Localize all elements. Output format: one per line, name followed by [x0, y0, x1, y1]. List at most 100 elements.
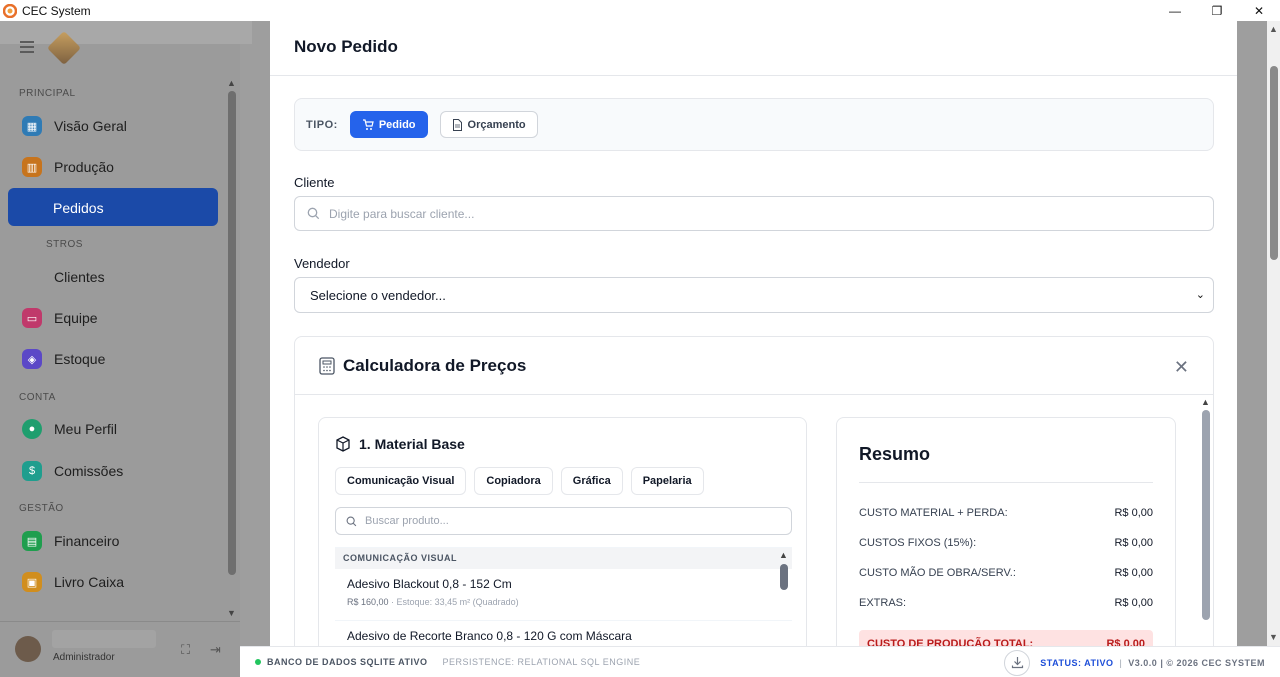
product-name: Adesivo de Recorte Branco 0,8 - 120 G co… [347, 629, 632, 643]
vendedor-label: Vendedor [294, 256, 350, 271]
product-search-input[interactable]: Buscar produto... [335, 507, 792, 535]
list-item[interactable]: Adesivo Blackout 0,8 - 152 Cm R$ 160,00 … [335, 569, 792, 621]
chevron-down-icon: ⌄ [1195, 289, 1205, 301]
summary-row: EXTRAS: R$ 0,00 [859, 597, 1153, 609]
sidebar-item-label: Meu Perfil [54, 421, 118, 437]
product-group-header: COMUNICAÇÃO VISUAL [335, 548, 792, 569]
scroll-up-icon[interactable]: ▲ [779, 550, 788, 560]
sidebar-item-estoque[interactable]: ◈ Estoque [22, 347, 105, 371]
summary-row: CUSTO MÃO DE OBRA/SERV.: R$ 0,00 [859, 567, 1153, 579]
calculator-header: Calculadora de Preços [295, 337, 1213, 395]
scroll-down-icon[interactable]: ▼ [1269, 632, 1278, 642]
download-button[interactable] [1004, 649, 1031, 676]
product-name: Adesivo Blackout 0,8 - 152 Cm [347, 577, 512, 591]
document-icon [452, 118, 462, 131]
backdrop [1237, 21, 1267, 646]
calculator-title: Calculadora de Preços [343, 355, 527, 375]
category-copiadora[interactable]: Copiadora [474, 467, 553, 495]
persistence-text: PERSISTENCE: RELATIONAL SQL ENGINE [442, 657, 641, 667]
material-title: 1. Material Base [335, 436, 465, 452]
close-icon[interactable]: ✕ [1174, 357, 1189, 378]
sidebar-item-label: Produção [54, 159, 114, 175]
vendedor-select[interactable]: Selecione o vendedor... ⌄ [294, 277, 1214, 313]
list-item[interactable]: Adesivo de Recorte Branco 0,8 - 120 G co… [335, 621, 792, 646]
summary-panel: Resumo CUSTO MATERIAL + PERDA: R$ 0,00 C… [836, 417, 1176, 646]
sidebar-item-equipe[interactable]: ▭ Equipe [22, 306, 98, 330]
sidebar-item-label: Comissões [54, 463, 124, 479]
sidebar-item-label: Livro Caixa [54, 574, 125, 590]
user-role: Administrador [53, 652, 115, 663]
category-papelaria[interactable]: Papelaria [630, 467, 704, 495]
summary-row: CUSTOS FIXOS (15%): R$ 0,00 [859, 537, 1153, 549]
cart-icon [362, 118, 374, 130]
user-panel: Administrador ⛶ ⇥ [0, 621, 240, 677]
db-status-dot [255, 659, 261, 665]
close-window-button[interactable]: ✕ [1238, 0, 1280, 21]
modal-header: Novo Pedido [270, 21, 1237, 76]
section-conta: CONTA [19, 392, 56, 403]
price-calculator: Calculadora de Preços ✕ ▲ 1. Material Ba… [294, 336, 1214, 646]
new-order-modal: Novo Pedido TIPO: Pedido Orçamento Clien… [270, 21, 1237, 646]
sidebar-item-label: Pedidos [53, 200, 104, 216]
sidebar-item-meu-perfil[interactable]: ● Meu Perfil [22, 417, 117, 441]
scroll-up-icon[interactable]: ▲ [1269, 24, 1278, 34]
sidebar-top-strip [0, 21, 252, 44]
product-list: COMUNICAÇÃO VISUAL Adesivo Blackout 0,8 … [335, 547, 792, 646]
version-text: V3.0.0 | © 2026 CEC SYSTEM [1128, 657, 1265, 668]
sidebar-item-visao-geral[interactable]: ▦ Visão Geral [22, 114, 127, 138]
sidebar-item-label: Visão Geral [54, 118, 127, 134]
sidebar-item-label: Financeiro [54, 533, 120, 549]
summary-row: CUSTO MATERIAL + PERDA: R$ 0,00 [859, 507, 1153, 519]
sidebar-item-producao[interactable]: ▥ Produção [22, 155, 114, 179]
fullscreen-icon[interactable]: ⛶ [181, 642, 190, 658]
category-grafica[interactable]: Gráfica [560, 467, 623, 495]
sidebar-scrollbar[interactable] [228, 91, 236, 575]
box-icon: ◈ [22, 349, 42, 369]
category-comunicacao-visual[interactable]: Comunicação Visual [335, 467, 467, 495]
total-cost-row: CUSTO DE PRODUÇÃO TOTAL: R$ 0,00 [859, 630, 1153, 646]
sidebar-item-livro-caixa[interactable]: ▣ Livro Caixa [22, 570, 124, 594]
sidebar-item-financeiro[interactable]: ▤ Financeiro [22, 529, 119, 553]
material-base-panel: 1. Material Base Comunicação Visual Copi… [318, 417, 807, 646]
section-gestao: GESTÃO [19, 503, 64, 514]
scroll-up-icon[interactable]: ▲ [1201, 397, 1210, 407]
page-scrollbar-thumb[interactable] [1270, 66, 1278, 260]
tipo-orcamento-button[interactable]: Orçamento [439, 111, 538, 138]
logout-icon[interactable]: ⇥ [210, 642, 221, 658]
section-principal: PRINCIPAL [19, 88, 76, 99]
sidebar-item-label: Clientes [54, 269, 105, 285]
page-title: Novo Pedido [294, 37, 398, 56]
cliente-search-input[interactable]: Digite para buscar cliente... [294, 196, 1214, 231]
wallet-icon: ▣ [22, 572, 42, 592]
sidebar-item-comissoes[interactable]: $ Comissões [22, 459, 123, 483]
sidebar-item-pedidos[interactable]: Pedidos [8, 188, 218, 226]
summary-title: Resumo [859, 444, 931, 464]
product-list-scrollbar[interactable] [780, 564, 788, 590]
user-icon: ● [22, 419, 42, 439]
app-status: STATUS: ATIVO [1040, 657, 1114, 668]
user-name-redacted [52, 630, 156, 648]
menu-icon[interactable] [20, 41, 34, 53]
tipo-label: TIPO: [306, 118, 338, 131]
package-icon [336, 436, 350, 452]
tipo-selector: TIPO: Pedido Orçamento [294, 98, 1214, 151]
avatar[interactable] [15, 636, 41, 662]
cliente-label: Cliente [294, 175, 335, 190]
sidebar: ▲ ▼ PRINCIPAL ▦ Visão Geral ▥ Produção P… [0, 21, 252, 677]
separator: | [1119, 657, 1123, 668]
briefcase-icon: ▭ [22, 308, 42, 328]
maximize-button[interactable]: ❐ [1196, 0, 1238, 21]
title-bar: CEC System — ❐ ✕ [0, 0, 1280, 21]
minimize-button[interactable]: — [1154, 0, 1196, 21]
product-price: R$ 160,00 [347, 597, 389, 607]
scroll-down-icon[interactable]: ▼ [227, 608, 236, 618]
tipo-pedido-button[interactable]: Pedido [349, 111, 428, 138]
sheet-icon: ▤ [22, 531, 42, 551]
scroll-up-icon[interactable]: ▲ [227, 78, 236, 88]
factory-icon: ▥ [22, 157, 42, 177]
grid-icon: ▦ [22, 116, 42, 136]
sidebar-item-clientes[interactable]: Clientes [54, 265, 105, 289]
db-status-text: BANCO DE DADOS SQLITE ATIVO [267, 657, 428, 667]
calculator-scrollbar[interactable] [1202, 410, 1210, 620]
sidebar-item-label: Estoque [54, 351, 106, 367]
